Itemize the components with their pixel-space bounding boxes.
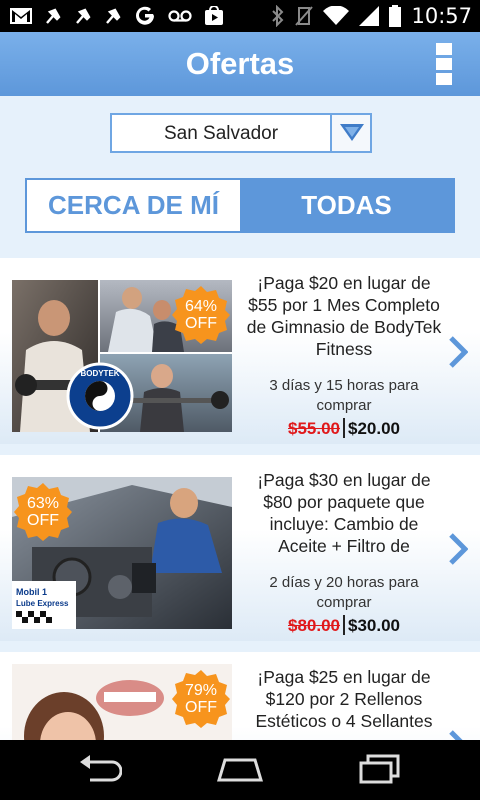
chevron-right-icon[interactable] (448, 336, 468, 368)
deal-title: ¡Paga $30 en lugar de $80 por paquete qu… (257, 470, 431, 556)
discount-percent: 79% (184, 682, 218, 699)
old-price: $55.00 (288, 419, 340, 438)
page-title: Ofertas (185, 46, 295, 81)
deal-card[interactable]: BODYTEK 64% OFF ¡Paga $20 en lugar de $55… (0, 258, 480, 444)
google-icon (136, 6, 154, 25)
discount-label: OFF (27, 512, 59, 529)
gmail-icon (10, 8, 32, 24)
offers-content[interactable]: San Salvador CERCA DE MÍ TODAS BODYTEK 6… (0, 96, 480, 740)
overflow-menu-icon[interactable] (434, 43, 454, 89)
svg-text:BODYTEK: BODYTEK (80, 369, 119, 378)
signal-icon (359, 6, 380, 26)
play-store-icon (205, 6, 223, 25)
city-dropdown[interactable]: San Salvador (110, 113, 372, 153)
voicemail-icon (168, 10, 192, 22)
discount-label: OFF (185, 315, 217, 332)
deal-time-left: 2 días y 20 horas para comprar (269, 574, 419, 611)
chevron-down-icon (340, 124, 364, 141)
discount-badge: 64% OFF (172, 286, 230, 344)
discount-percent: 63% (26, 495, 60, 512)
pin-icon (76, 8, 91, 24)
status-bar: 10:57 (0, 0, 480, 32)
pin-icon (106, 8, 121, 24)
deal-card[interactable]: 79% OFF ¡Paga $25 en lugar de $120 por 2 … (0, 652, 480, 740)
home-icon[interactable] (217, 754, 263, 784)
discount-percent: 64% (184, 298, 218, 315)
wifi-icon (323, 6, 350, 25)
battery-icon (389, 5, 402, 27)
deal-price: $80.00 $30.00 (244, 615, 444, 636)
discount-badge: 63% OFF (14, 483, 72, 541)
vibrate-icon (295, 6, 314, 26)
discount-label: OFF (185, 699, 217, 716)
bluetooth-icon (272, 5, 284, 27)
deal-image-gym: BODYTEK 64% OFF (12, 280, 232, 432)
filter-tabs: CERCA DE MÍ TODAS (25, 178, 455, 233)
deal-image-auto: Mobil 1 Lube Express 63% OFF (12, 477, 232, 629)
city-dropdown-value: San Salvador (163, 123, 279, 144)
tab-near-me[interactable]: CERCA DE MÍ (27, 180, 240, 231)
deal-card[interactable]: Mobil 1 Lube Express 63% OFF ¡Paga $30 en… (0, 455, 480, 641)
discount-badge: 79% OFF (172, 670, 230, 728)
deal-image-dental: 79% OFF (12, 664, 232, 740)
deal-time-left: 3 días y 15 horas para comprar (269, 377, 419, 414)
system-nav-bar (0, 740, 480, 800)
tab-all[interactable]: TODAS (240, 180, 453, 231)
deal-title: ¡Paga $25 en lugar de $120 por 2 Relleno… (255, 667, 433, 731)
svg-text:Lube Express: Lube Express (16, 599, 69, 608)
dropdown-arrow-button[interactable] (330, 115, 370, 151)
svg-text:Mobil 1: Mobil 1 (16, 587, 47, 597)
app-bar: Ofertas (0, 32, 480, 96)
deal-price: $55.00 $20.00 (244, 418, 444, 439)
deal-title: ¡Paga $20 en lugar de $55 por 1 Mes Comp… (246, 273, 442, 359)
clock: 10:57 (411, 4, 472, 28)
pin-icon (46, 8, 61, 24)
new-price: $20.00 (348, 419, 400, 438)
back-icon[interactable] (78, 754, 122, 784)
recent-apps-icon[interactable] (358, 754, 402, 784)
chevron-right-icon[interactable] (448, 730, 468, 740)
chevron-right-icon[interactable] (448, 533, 468, 565)
old-price: $80.00 (288, 616, 340, 635)
new-price: $30.00 (348, 616, 400, 635)
